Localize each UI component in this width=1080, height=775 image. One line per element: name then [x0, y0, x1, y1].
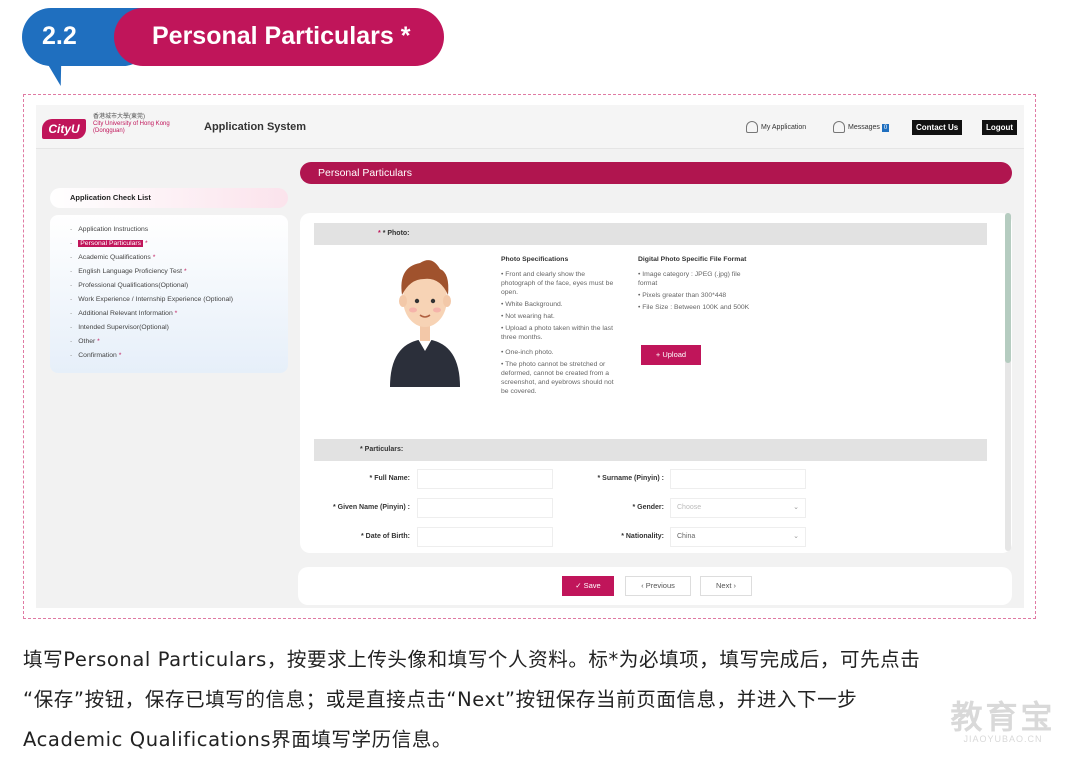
section-banner: 2.2 Personal Particulars * — [22, 8, 444, 86]
checklist-item-supervisor[interactable]: - Intended Supervisor(Optional) — [70, 321, 288, 335]
photo-section-bar: * * Photo: — [314, 223, 987, 245]
gender-select[interactable]: Choose ⌄ — [670, 498, 806, 518]
photo-spec-item: • Not wearing hat. — [501, 313, 555, 320]
user-icon — [746, 121, 758, 133]
logo-text: 香港城市大學(東莞) City University of Hong Kong … — [93, 114, 193, 135]
surname-input[interactable] — [670, 469, 806, 489]
digital-spec-item: • Image category : JPEG (.jpg) file form… — [638, 271, 741, 287]
main-scrollbar[interactable] — [1005, 213, 1011, 551]
photo-spec-item: • One-inch photo. — [501, 349, 554, 356]
caption-line: 填写Personal Particulars，按要求上传头像和填写个人资料。标*… — [23, 648, 921, 671]
watermark-cn: 教育宝 — [950, 699, 1056, 735]
particulars-label: * Particulars: — [360, 446, 404, 453]
avatar-placeholder-image — [390, 260, 460, 387]
logo-en2: (Dongguan) — [93, 128, 125, 134]
chevron-down-icon: ⌄ — [793, 504, 799, 511]
top-bar: CityU 香港城市大學(東莞) City University of Hong… — [36, 105, 1024, 149]
save-button[interactable]: ✓ Save — [562, 576, 614, 596]
scrollbar-thumb[interactable] — [1005, 213, 1011, 363]
given-name-input[interactable] — [417, 498, 553, 518]
photo-spec-item: • Front and clearly show the photograph … — [501, 271, 614, 296]
digital-spec-item: • Pixels greater than 300*448 — [638, 292, 727, 299]
watermark-en: JIAOYUBAO.CN — [963, 734, 1043, 744]
checklist-item-personal[interactable]: - Personal Particulars * — [70, 237, 288, 251]
caption-line: “保存”按钮，保存已填写的信息；或是直接点击“Next”按钮保存当前页面信息，并… — [23, 688, 858, 711]
messages-badge: 0 — [881, 123, 890, 132]
logo-en: City University of Hong Kong — [93, 121, 170, 127]
photo-specifications: Photo Specifications • Front and clearly… — [501, 255, 616, 399]
photo-spec-item: • White Background. — [501, 301, 563, 308]
instruction-caption: 填写Personal Particulars，按要求上传头像和填写个人资料。标*… — [23, 640, 1043, 760]
logo-cn: 香港城市大學(東莞) — [93, 114, 145, 120]
nationality-value: China — [677, 533, 696, 540]
checklist-item-academic[interactable]: - Academic Qualifications * — [70, 251, 288, 265]
checklist: - Application Instructions - Personal Part… — [50, 215, 288, 373]
main-section-title: Personal Particulars — [300, 162, 1012, 184]
cityu-logo[interactable]: CityU — [42, 119, 86, 139]
photo-spec-item: • The photo cannot be stretched or defor… — [501, 361, 614, 395]
nationality-select[interactable]: China ⌄ — [670, 527, 806, 547]
checklist-item-confirmation[interactable]: - Confirmation * — [70, 349, 288, 363]
contact-us-button[interactable]: Contact Us — [912, 120, 963, 135]
messages-label: Messages — [848, 123, 880, 131]
checklist-item-english[interactable]: - English Language Proficiency Test * — [70, 265, 288, 279]
app-title: Application System — [204, 121, 307, 133]
logout-button[interactable]: Logout — [982, 120, 1018, 135]
checklist-item-other[interactable]: - Other * — [70, 335, 288, 349]
my-application-link[interactable]: My Application — [746, 121, 806, 133]
photo-spec-title: Photo Specifications — [501, 256, 569, 263]
checklist-item-professional[interactable]: - Professional Qualifications(Optional) — [70, 279, 288, 293]
upload-button[interactable]: + Upload — [641, 345, 701, 365]
next-button[interactable]: Next › — [700, 576, 752, 596]
checklist-item-work[interactable]: - Work Experience / Internship Experience… — [70, 293, 288, 307]
dob-label: * Date of Birth: — [361, 533, 410, 540]
surname-label: * Surname (Pinyin) : — [597, 475, 664, 482]
check-icon: ✓ — [575, 581, 584, 590]
save-label: Save — [583, 581, 601, 590]
my-application-label: My Application — [761, 123, 807, 131]
checklist-item-additional[interactable]: - Additional Relevant Information * — [70, 307, 288, 321]
gender-label: * Gender: — [632, 504, 664, 511]
full-name-input[interactable] — [417, 469, 553, 489]
photo-label: * Photo: — [382, 230, 410, 237]
messages-link[interactable]: Messages 0 — [833, 121, 890, 133]
bottom-action-bar: ✓ Save ‹ Previous Next › — [298, 567, 1012, 605]
digital-spec-item: • File Size : Between 100K and 500K — [638, 304, 750, 311]
section-title: Personal Particulars * — [114, 8, 444, 66]
checklist-title: Application Check List — [50, 188, 288, 208]
given-name-label: * Given Name (Pinyin) : — [332, 504, 410, 511]
watermark-logo: 教育宝 JIAOYUBAO.CN — [948, 700, 1058, 744]
full-name-label: * Full Name: — [369, 475, 410, 482]
main-panel: * * Photo: Photo Specifications • Front — [300, 213, 1012, 553]
digital-spec-title: Digital Photo Specific File Format — [638, 256, 747, 263]
previous-label: Previous — [645, 581, 675, 590]
bell-icon — [833, 121, 845, 133]
gender-placeholder: Choose — [677, 504, 702, 511]
particulars-section-bar: * Particulars: — [314, 439, 987, 461]
chevron-down-icon: ⌄ — [793, 533, 799, 540]
nationality-label: * Nationality: — [621, 533, 664, 540]
digital-photo-specifications: Digital Photo Specific File Format • Ima… — [638, 255, 753, 315]
application-screen: CityU 香港城市大學(東莞) City University of Hong… — [36, 105, 1024, 608]
next-label: Next — [715, 581, 732, 590]
screenshot-frame: CityU 香港城市大學(東莞) City University of Hong… — [23, 94, 1036, 619]
caption-line: Academic Qualifications界面填写学历信息。 — [23, 728, 453, 751]
checklist-item-instructions[interactable]: - Application Instructions — [70, 223, 288, 237]
previous-button[interactable]: ‹ Previous — [625, 576, 691, 596]
dob-input[interactable] — [417, 527, 553, 547]
photo-spec-item: • Upload a photo taken within the last t… — [501, 325, 613, 341]
chevron-right-icon: › — [731, 581, 736, 590]
